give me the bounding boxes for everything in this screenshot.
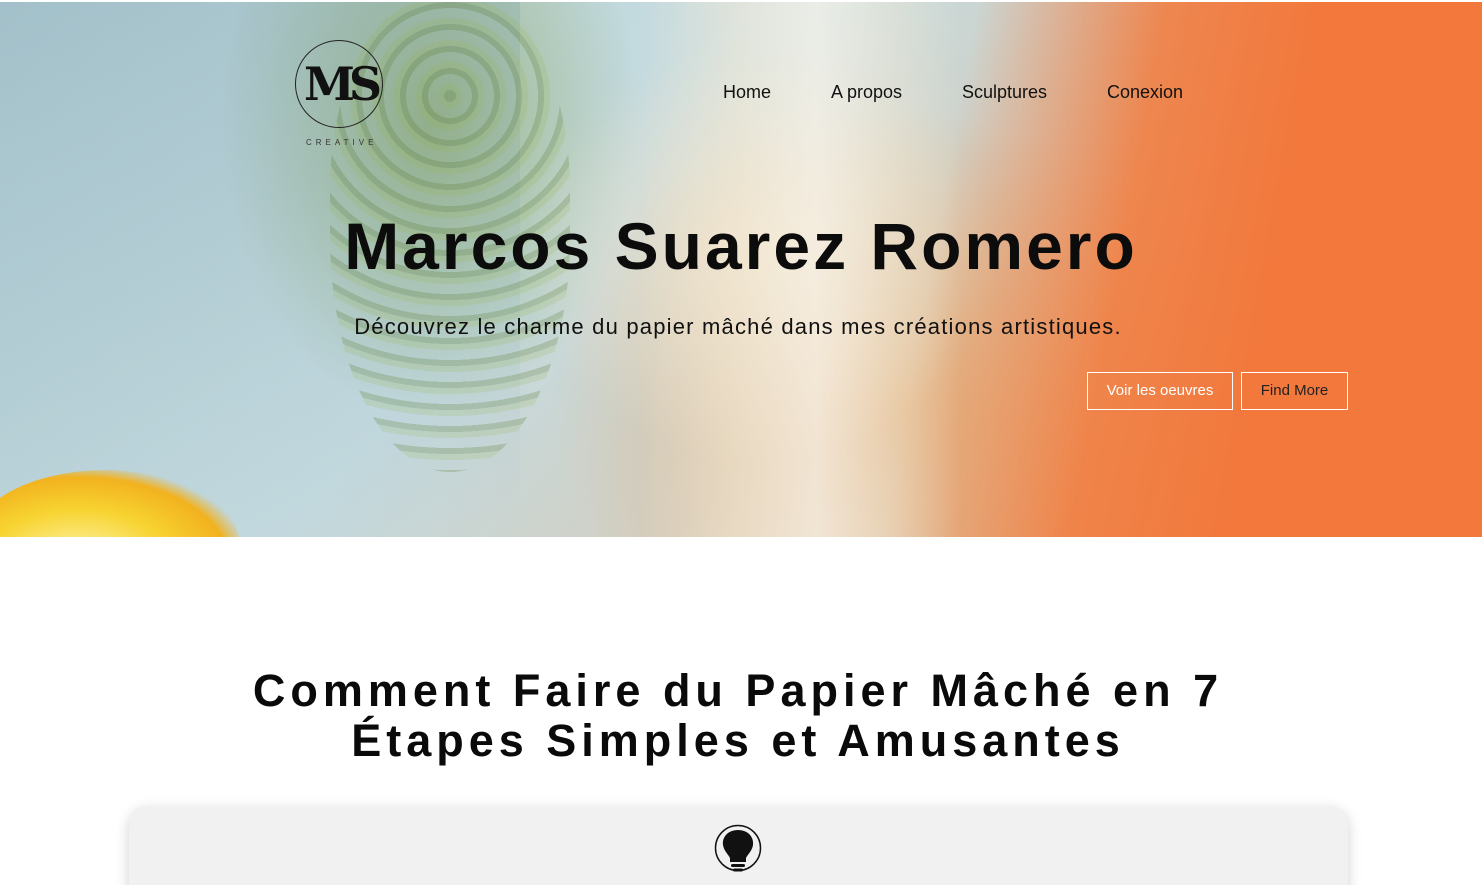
view-works-button[interactable]: Voir les oeuvres <box>1087 372 1233 410</box>
section-title-line-1: Comment Faire du Papier Mâché en 7 <box>252 665 1224 716</box>
lightbulb-icon <box>714 824 762 876</box>
nav-item-home[interactable]: Home <box>723 82 771 103</box>
section-title-line-2: Étapes Simples et Amusantes <box>351 715 1125 766</box>
steps-card <box>129 806 1348 885</box>
hero-banner: MS CREATIVE Home A propos Sculptures Con… <box>0 2 1482 537</box>
nav-item-sculptures[interactable]: Sculptures <box>962 82 1047 103</box>
find-more-button[interactable]: Find More <box>1241 372 1348 410</box>
hero-subtitle: Découvrez le charme du papier mâché dans… <box>354 314 1122 339</box>
hero-title: Marcos Suarez Romero <box>344 209 1138 283</box>
site-logo[interactable]: MS CREATIVE <box>294 40 386 150</box>
nav-item-a-propos[interactable]: A propos <box>831 82 902 103</box>
section-title: Comment Faire du Papier Mâché en 7 Étape… <box>0 666 1476 766</box>
nav-item-conexion[interactable]: Conexion <box>1107 82 1183 103</box>
logo-tagline: CREATIVE <box>306 138 378 147</box>
logo-mark: MS <box>304 57 382 111</box>
